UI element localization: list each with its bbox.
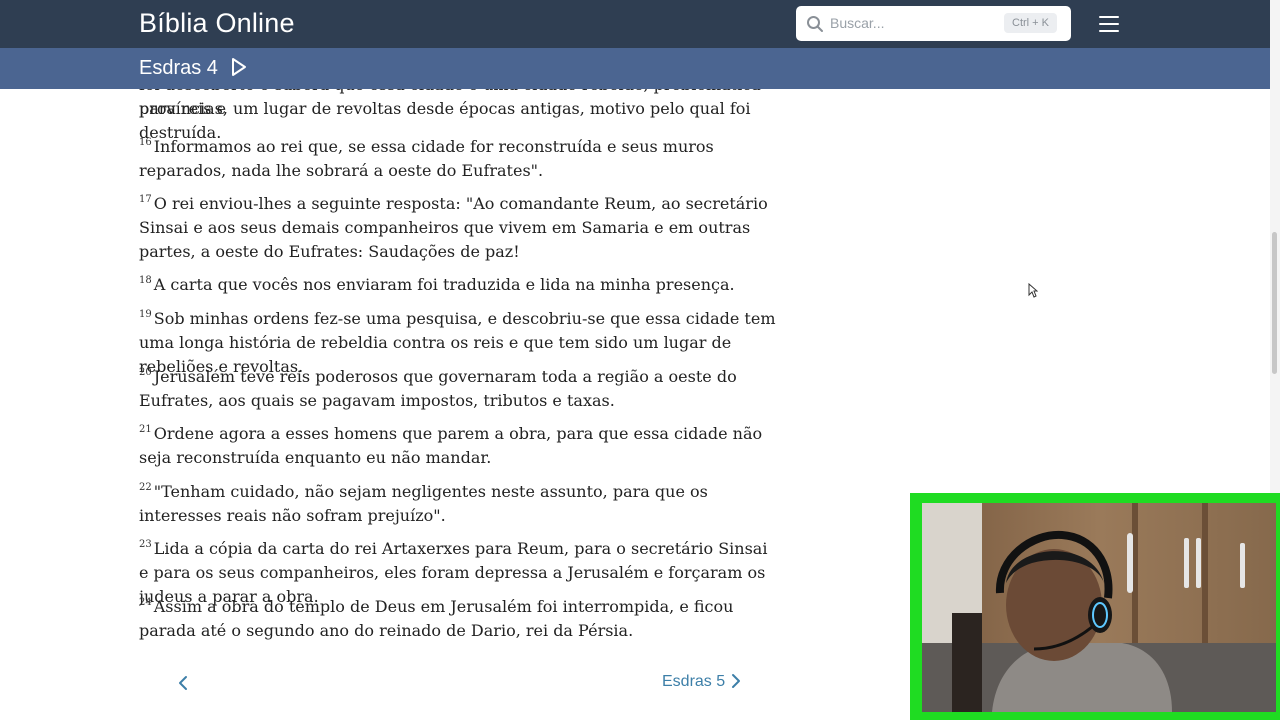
verse-number: 21 — [139, 424, 152, 435]
verse-16: 16 Informamos ao rei que, se essa cidade … — [139, 131, 779, 183]
verse-22: 22 "Tenham cuidado, não sejam negligentes… — [139, 476, 779, 528]
verse-number: 17 — [139, 194, 152, 205]
verse-number: 18 — [139, 275, 152, 286]
search-placeholder: Buscar... — [830, 15, 885, 31]
verse-number: 19 — [139, 309, 152, 320]
webcam-image — [922, 503, 1276, 712]
chapter-title: Esdras 4 — [139, 57, 218, 79]
verse-21: 21 Ordene agora a esses homens que parem … — [139, 418, 779, 470]
chevron-left-icon[interactable] — [174, 673, 194, 693]
mouse-cursor-icon — [1028, 283, 1038, 298]
verse-text: "Tenham cuidado, não sejam negligentes n… — [139, 482, 708, 525]
verse-number: 16 — [139, 137, 152, 148]
verse-text: Informamos ao rei que, se essa cidade fo… — [139, 137, 714, 180]
next-chapter-label: Esdras 5 — [662, 673, 726, 690]
verse-text: Assim a obra do templo de Deus em Jerusa… — [139, 597, 734, 640]
verse-text: A carta que vocês nos enviaram foi tradu… — [153, 275, 735, 294]
verse-number: 20 — [139, 367, 152, 378]
menu-icon[interactable] — [1099, 14, 1120, 34]
chapter-content: foi descoberto o saberá que essa cidade … — [139, 0, 779, 720]
chapter-header: Esdras 4 — [0, 48, 1270, 89]
webcam-feed — [922, 503, 1276, 712]
chevron-right-icon — [732, 674, 741, 688]
play-icon[interactable] — [230, 57, 248, 77]
shortcut-hint: Ctrl + K — [1004, 13, 1057, 33]
verse-20: 20 Jerusalém teve reis poderosos que gove… — [139, 361, 779, 413]
verse-number: 22 — [139, 482, 152, 493]
scrollbar-thumb[interactable] — [1272, 232, 1277, 374]
verse-text: O rei enviou-lhes a seguinte resposta: "… — [139, 194, 768, 261]
verse-18: 18 A carta que vocês nos enviaram foi tra… — [139, 269, 779, 297]
search-icon — [807, 16, 823, 32]
webcam-overlay — [910, 493, 1280, 720]
next-chapter-link[interactable]: Esdras 5 — [662, 673, 742, 691]
verse-number: 24 — [139, 597, 152, 608]
search-box[interactable]: Buscar... Ctrl + K — [796, 6, 1071, 41]
verse-number: 23 — [139, 539, 152, 550]
verse-17: 17 O rei enviou-lhes a seguinte resposta:… — [139, 188, 779, 264]
verse-text: Jerusalém teve reis poderosos que govern… — [139, 367, 737, 410]
verse-text: Ordene agora a esses homens que parem a … — [139, 424, 763, 467]
verse-24: 24 Assim a obra do templo de Deus em Jeru… — [139, 591, 779, 643]
